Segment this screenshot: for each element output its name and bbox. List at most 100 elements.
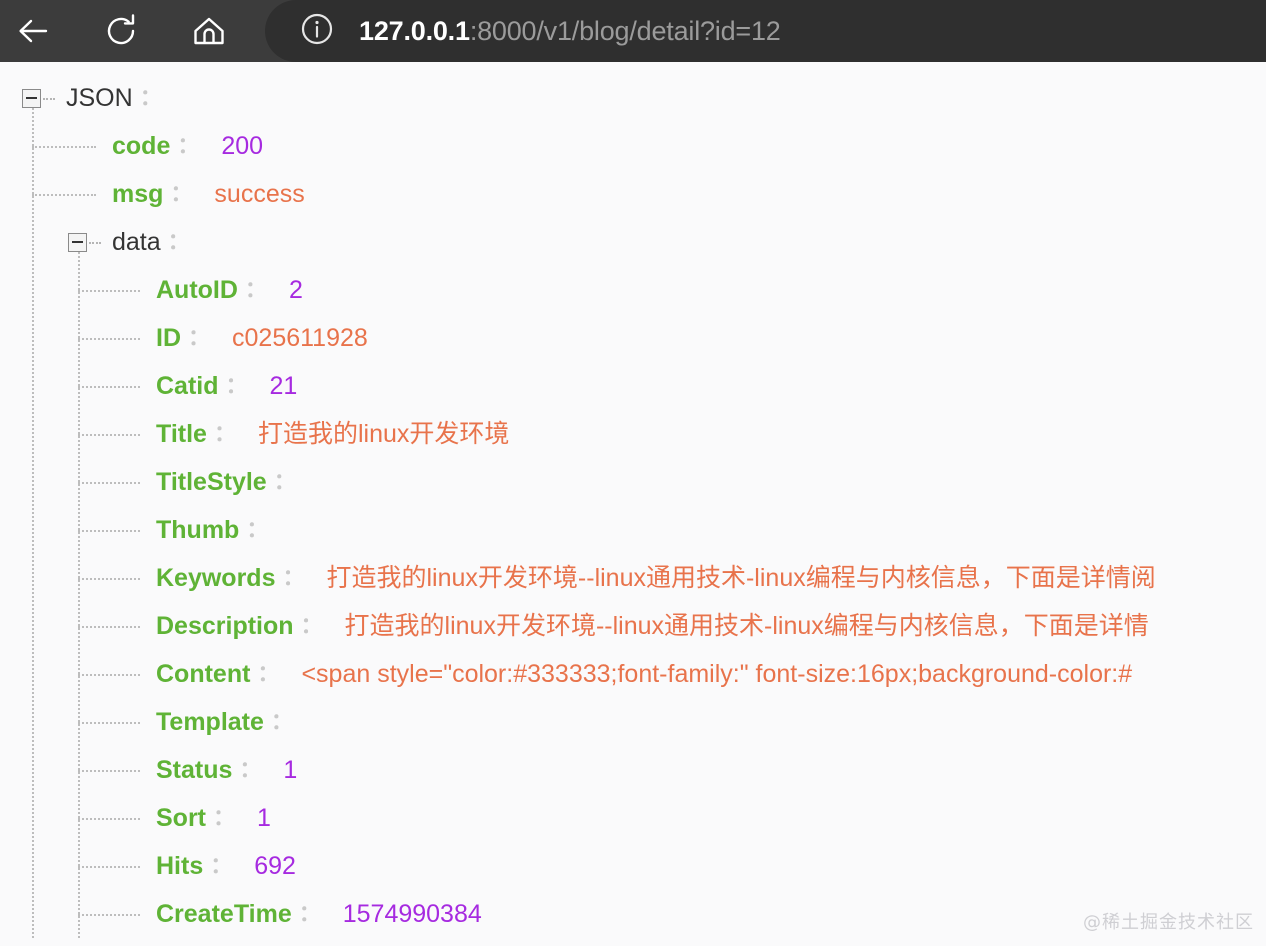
- json-value: <span style="color:#333333;font-family:"…: [301, 660, 1133, 688]
- json-colon: ：: [213, 421, 236, 446]
- json-colon: ：: [139, 85, 162, 110]
- back-button[interactable]: [2, 0, 64, 62]
- json-colon: ：: [225, 373, 248, 398]
- json-key: ID: [156, 324, 181, 352]
- json-row[interactable]: Thumb：: [156, 506, 268, 554]
- json-row[interactable]: JSON：: [66, 74, 162, 122]
- json-row[interactable]: Catid： 21: [156, 362, 297, 410]
- json-row[interactable]: ID ： c025611928: [156, 314, 368, 362]
- json-colon: ：: [210, 853, 233, 878]
- address-bar[interactable]: 127.0.0.1:8000/v1/blog/detail?id=12: [265, 0, 1266, 62]
- json-key: Template: [156, 708, 264, 736]
- url-path: :8000/v1/blog/detail?id=12: [469, 15, 781, 46]
- json-value: 21: [269, 372, 298, 400]
- json-colon: ：: [257, 661, 280, 686]
- json-colon: ：: [282, 565, 305, 590]
- json-row[interactable]: Description： 打造我的linux开发环境--linux通用技术-lin…: [156, 602, 1149, 650]
- json-colon: ：: [298, 901, 321, 926]
- url-text: 127.0.0.1:8000/v1/blog/detail?id=12: [359, 16, 781, 47]
- json-tree-viewer: JSON： code： 200 msg： success data： AutoID： 2 ID：…: [0, 62, 1266, 946]
- json-row[interactable]: CreateTime： 1574990384: [156, 890, 482, 938]
- json-colon: ：: [273, 469, 296, 494]
- json-row[interactable]: Title： 打造我的linux开发环境: [156, 410, 509, 458]
- json-value: c025611928: [232, 324, 368, 352]
- json-value: 打造我的linux开发环境--linux通用技术-linux编程与内核信息，下面…: [344, 612, 1149, 640]
- tree-connector: [43, 98, 55, 100]
- back-arrow-icon: [12, 10, 54, 52]
- json-key: AutoID: [156, 276, 238, 304]
- json-row[interactable]: TitleStyle：: [156, 458, 296, 506]
- tree-connector: [77, 482, 140, 484]
- json-value: 692: [254, 852, 296, 880]
- tree-connector: [31, 194, 96, 196]
- json-colon: ：: [177, 133, 200, 158]
- tree-guide-line: [31, 108, 34, 938]
- site-info-icon[interactable]: [299, 11, 335, 52]
- json-key: Thumb: [156, 516, 240, 544]
- json-colon: ：: [244, 277, 267, 302]
- json-colon: ：: [246, 517, 269, 542]
- json-row[interactable]: msg： success: [112, 170, 305, 218]
- tree-connector: [77, 626, 140, 628]
- json-key: Title: [156, 420, 207, 448]
- json-key: Content: [156, 660, 251, 688]
- json-row[interactable]: Status： 1: [156, 746, 297, 794]
- json-key: Hits: [156, 852, 204, 880]
- url-host: 127.0.0.1: [359, 15, 470, 46]
- json-colon: ：: [270, 709, 293, 734]
- tree-connector: [77, 818, 140, 820]
- home-icon: [189, 11, 229, 51]
- watermark: @稀土掘金技术社区: [1083, 912, 1254, 933]
- json-key: Sort: [156, 804, 206, 832]
- json-colon: ：: [188, 325, 211, 350]
- tree-connector: [31, 146, 96, 148]
- json-value: 1: [257, 804, 271, 832]
- json-key: JSON: [66, 84, 133, 112]
- json-colon: ：: [300, 613, 323, 638]
- json-key: data: [112, 228, 161, 256]
- tree-connector: [89, 242, 101, 244]
- collapse-toggle-data[interactable]: [68, 232, 87, 252]
- reload-icon: [101, 11, 141, 51]
- home-button[interactable]: [178, 0, 240, 62]
- json-value: 200: [221, 132, 264, 160]
- json-key: code: [112, 132, 171, 160]
- json-row[interactable]: Keywords： 打造我的linux开发环境--linux通用技术-linux编…: [156, 554, 1156, 602]
- json-key: CreateTime: [156, 900, 292, 928]
- collapse-toggle-json[interactable]: [22, 88, 41, 108]
- tree-connector: [77, 914, 140, 916]
- json-key: Status: [156, 756, 233, 784]
- json-colon: ：: [167, 229, 190, 254]
- json-value: 打造我的linux开发环境: [257, 420, 510, 448]
- json-row[interactable]: Hits： 692: [156, 842, 296, 890]
- json-value: 1574990384: [342, 900, 482, 928]
- json-value: success: [214, 180, 305, 208]
- json-colon: ：: [213, 805, 236, 830]
- json-row[interactable]: code： 200: [112, 122, 263, 170]
- json-row[interactable]: Content： <span style="color:#333333;font-…: [156, 650, 1132, 698]
- tree-connector: [77, 338, 140, 340]
- json-row[interactable]: Template：: [156, 698, 293, 746]
- tree-connector: [77, 434, 140, 436]
- json-key: Keywords: [156, 564, 276, 592]
- json-key: msg: [112, 180, 164, 208]
- json-colon: ：: [170, 181, 193, 206]
- json-value: 打造我的linux开发环境--linux通用技术-linux编程与内核信息，下面…: [326, 564, 1156, 592]
- json-row[interactable]: data：: [112, 218, 190, 266]
- tree-guide-line: [77, 252, 80, 938]
- json-value: 2: [288, 276, 303, 304]
- tree-connector: [77, 866, 140, 868]
- tree-connector: [77, 290, 140, 292]
- json-row[interactable]: Sort ： 1: [156, 794, 271, 842]
- tree-connector: [77, 674, 140, 676]
- json-value: 1: [283, 756, 298, 784]
- json-key: Description: [156, 612, 294, 640]
- tree-connector: [77, 530, 140, 532]
- browser-toolbar: 127.0.0.1:8000/v1/blog/detail?id=12: [0, 0, 1266, 62]
- reload-button[interactable]: [90, 0, 152, 62]
- json-row[interactable]: AutoID： 2: [156, 266, 303, 314]
- tree-connector: [77, 722, 140, 724]
- tree-connector: [77, 386, 140, 388]
- json-key: Catid: [156, 372, 219, 400]
- json-colon: ：: [239, 757, 262, 782]
